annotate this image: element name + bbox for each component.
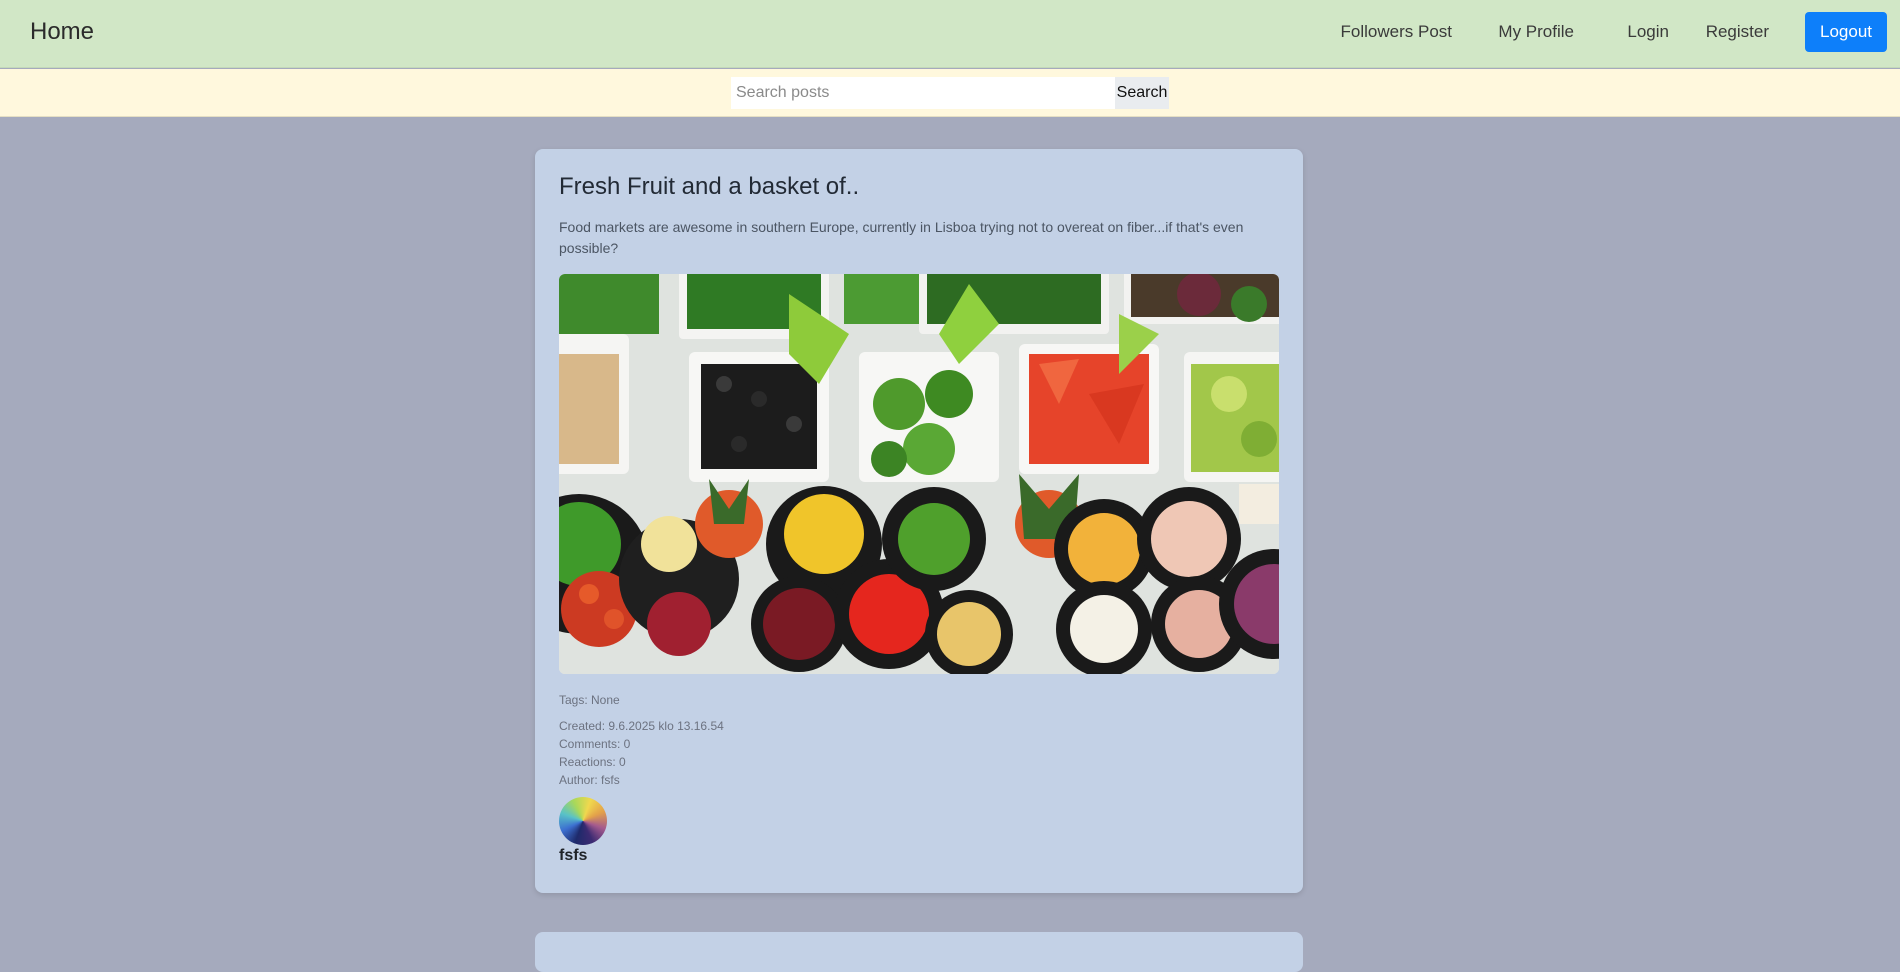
nav-register[interactable]: Register (1706, 22, 1769, 42)
next-post-card (535, 932, 1303, 972)
brand-home-link[interactable]: Home (30, 18, 94, 46)
author-avatar[interactable] (559, 797, 607, 845)
post-image[interactable] (559, 274, 1279, 674)
post-card: Fresh Fruit and a basket of.. Food marke… (535, 149, 1303, 893)
post-title[interactable]: Fresh Fruit and a basket of.. (559, 173, 859, 201)
top-navbar: Home Followers Post My Profile Login Reg… (0, 0, 1900, 68)
search-button[interactable]: Search (1115, 77, 1169, 109)
nav-my-profile[interactable]: My Profile (1498, 22, 1574, 42)
post-tags: Tags: None (559, 693, 620, 707)
nav-login[interactable]: Login (1627, 22, 1669, 42)
nav-followers-post[interactable]: Followers Post (1341, 22, 1452, 42)
post-reactions-count: Reactions: 0 (559, 755, 626, 769)
post-comments-count: Comments: 0 (559, 737, 631, 751)
post-author: Author: fsfs (559, 773, 620, 787)
author-name[interactable]: fsfs (559, 847, 587, 865)
post-created: Created: 9.6.2025 klo 13.16.54 (559, 719, 724, 733)
post-body: Food markets are awesome in southern Eur… (559, 219, 1244, 256)
search-input[interactable] (731, 77, 1115, 109)
logout-button[interactable]: Logout (1805, 12, 1887, 52)
salad-bar-photo (559, 274, 1279, 674)
search-bar: Search (0, 69, 1900, 117)
